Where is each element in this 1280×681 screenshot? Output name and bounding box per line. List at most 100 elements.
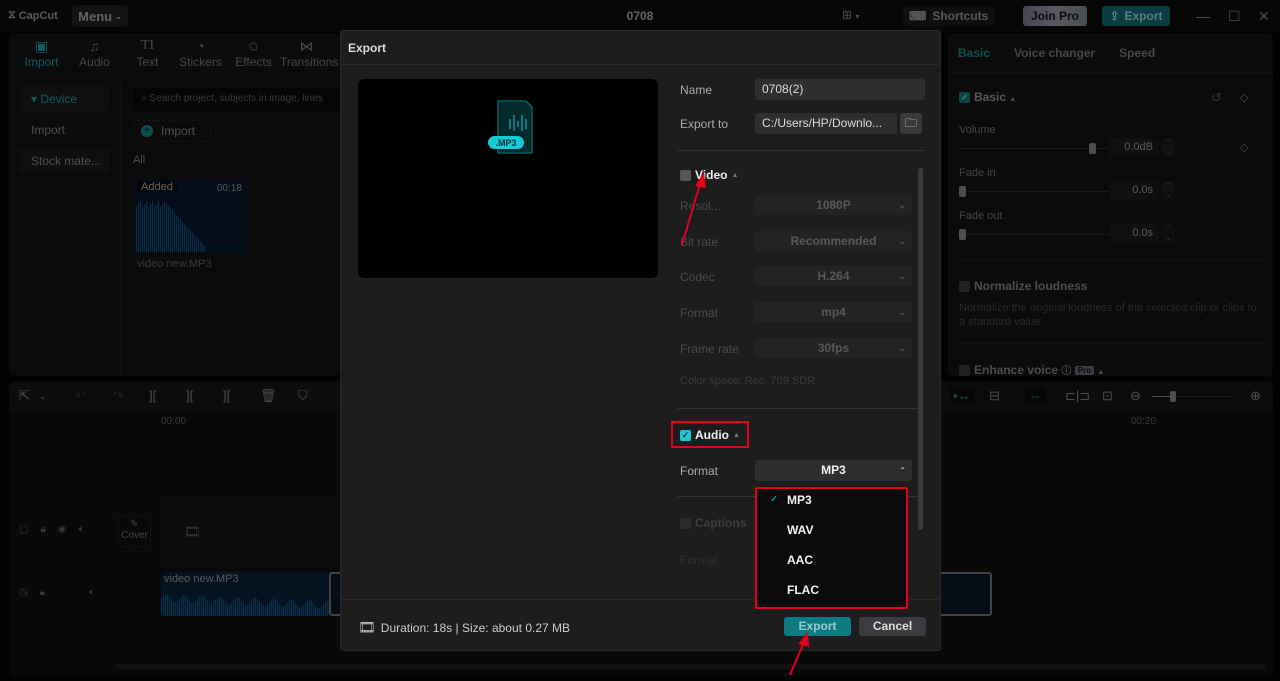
zoom-slider-knob[interactable] [1170,391,1176,402]
side-item-stock-material[interactable]: Stock mate... [19,148,110,174]
redo-icon[interactable]: ↷ [113,388,124,404]
speaker-icon[interactable]: 🔈︎ [79,524,85,535]
tab-stickers[interactable]: ◔ Stickers [174,33,227,73]
export-top-button[interactable]: ⇪ Export [1102,6,1170,26]
side-nav: ▾ Device Import Stock mate... [9,81,121,376]
import-button[interactable]: + Import [134,120,211,142]
annotation-highlight-audio [671,421,749,448]
join-pro-button[interactable]: Join Pro [1023,6,1087,26]
dialog-scrollbar[interactable] [918,168,923,530]
format-option-mp3[interactable]: MP3 [787,493,812,507]
fade-in-slider-knob[interactable] [959,186,966,197]
resolution-select[interactable]: 1080P ⌄ [755,195,912,215]
eye-icon[interactable]: ◉ [58,524,67,535]
menu-button[interactable]: Menu ⌄ [72,5,128,27]
timeline-scrollbar[interactable] [116,664,1266,669]
export-preview: .MP3 [358,79,658,278]
lock-icon[interactable]: 🔒︎ [40,524,45,535]
audio-format-label: Format [680,464,719,478]
normalize-label: Normalize loudness [974,279,1088,293]
volume-stepper[interactable]: ⌃ ⌄ [1162,138,1175,157]
tab-transitions[interactable]: ⋈ Transitions [280,33,338,73]
link-icon[interactable]: ⇔ [1025,388,1046,403]
media-duration: 00:18 [216,183,242,194]
duration-size-text: Duration: 18s | Size: about 0.27 MB [380,620,571,635]
tab-basic[interactable]: Basic [958,46,990,60]
tab-text[interactable]: TI Text [121,33,174,73]
minimize-icon[interactable]: — [1196,8,1210,24]
codec-select[interactable]: H.264 ⌄ [755,266,912,286]
timeline-zoom-slider[interactable] [1152,391,1232,402]
tab-import[interactable]: ▣ Import [15,33,68,73]
video-checkbox[interactable] [680,169,691,181]
audio-format-select[interactable]: MP3 ⌃ [755,460,912,481]
audio-format-value: MP3 [821,463,846,477]
side-item-device[interactable]: ▾ Device [19,86,110,112]
tab-speed[interactable]: Speed [1119,46,1155,60]
magnet-icon[interactable]: ▪↔ [949,388,975,403]
close-icon[interactable]: ✕ [1258,8,1270,25]
enhance-checkbox[interactable] [959,365,970,376]
select-tool-icon[interactable]: ⇱ [19,388,30,404]
zoom-out-icon[interactable]: ⊖ [1130,388,1141,404]
tab-audio[interactable]: ♫ Audio [68,33,121,73]
time-mark-start: 00:00 [161,416,187,427]
audio-track-icon: ◷ [19,587,28,598]
lock-icon[interactable]: 🔒︎ [40,587,45,598]
name-input[interactable]: 0708(2) [755,79,925,100]
fade-in-value[interactable]: 0.0s [1109,181,1159,200]
layout-button[interactable]: ⊞ ▾ [842,8,859,22]
ai-shield-icon[interactable]: ⛉ [298,388,308,404]
keyframe-icon[interactable]: ◇ [1240,91,1248,104]
frame-rate-select[interactable]: 30fps ⌄ [755,338,912,358]
video-section-header[interactable]: Video ▲ [680,168,738,182]
delete-icon[interactable]: 🗑 [260,388,277,404]
divider [341,64,940,65]
media-item[interactable]: Added 00:18 [134,179,246,254]
bitrate-select[interactable]: Recommended ⌄ [755,231,912,251]
fade-out-slider-knob[interactable] [959,229,966,240]
folder-browse-button[interactable]: 🗀 [900,113,922,134]
volume-keyframe-icon[interactable]: ◇ [1240,141,1248,154]
chevron-down-icon[interactable]: ⌄ [39,391,47,402]
format-option-wav[interactable]: WAV [787,523,813,537]
normalize-loudness-header[interactable]: Normalize loudness [959,279,1087,293]
undo-icon[interactable]: ↶ [75,388,86,404]
zoom-fit-icon[interactable]: ⊡ [1102,388,1113,404]
zoom-in-icon[interactable]: ⊕ [1250,388,1261,404]
cover-button[interactable]: ✎ Cover [118,516,151,547]
format-option-aac[interactable]: AAC [787,553,813,567]
fade-out-value[interactable]: 0.0s [1109,224,1159,243]
shortcuts-button[interactable]: ⌨ Shortcuts [903,6,995,26]
video-format-select[interactable]: mp4 ⌄ [755,302,912,322]
bitrate-label: Bit rate [680,235,719,249]
help-icon[interactable]: ⓘ [1061,366,1071,376]
fade-out-stepper[interactable]: ⌃ ⌄ [1162,224,1175,243]
cancel-button[interactable]: Cancel [859,617,926,636]
tab-voice-changer[interactable]: Voice changer [1014,46,1095,60]
split-left-icon[interactable]: ][ [186,388,193,403]
captions-checkbox[interactable] [680,517,691,529]
fade-in-stepper[interactable]: ⌃ ⌄ [1162,181,1175,200]
reset-icon[interactable]: ↺ [1211,90,1222,106]
maximize-icon[interactable]: ☐ [1228,8,1241,25]
split-right-icon[interactable]: ][ [223,388,230,403]
captions-section-header[interactable]: Captions [680,516,746,530]
media-search-input[interactable]: ⌕ Search project, subjects in image, lin… [133,87,343,111]
split-icon[interactable]: ][ [149,388,156,403]
export-button[interactable]: Export [784,617,851,636]
normalize-checkbox[interactable] [959,281,970,293]
volume-slider-knob[interactable] [1089,143,1097,154]
export-path-input[interactable]: C:/Users/HP/Downlo... [755,113,897,134]
audio-clip[interactable]: video new.MP3 [161,572,329,616]
tab-effects[interactable]: ✩ Effects [227,33,280,73]
volume-value[interactable]: 0.0dB [1109,138,1159,157]
basic-checkbox[interactable]: ✓ [959,92,970,104]
snap-icon[interactable]: ⊟ [989,388,1000,404]
speaker-icon[interactable]: 🔈︎ [89,587,95,598]
format-option-flac[interactable]: FLAC [787,583,819,597]
basic-section-header[interactable]: ✓ Basic ▲ [959,90,1016,104]
split-preview-icon[interactable]: ⊏|⊐ [1065,388,1090,404]
side-item-import[interactable]: Import [19,117,110,143]
enhance-voice-header[interactable]: Enhance voice ⓘ Pro ▲ [959,362,1104,376]
